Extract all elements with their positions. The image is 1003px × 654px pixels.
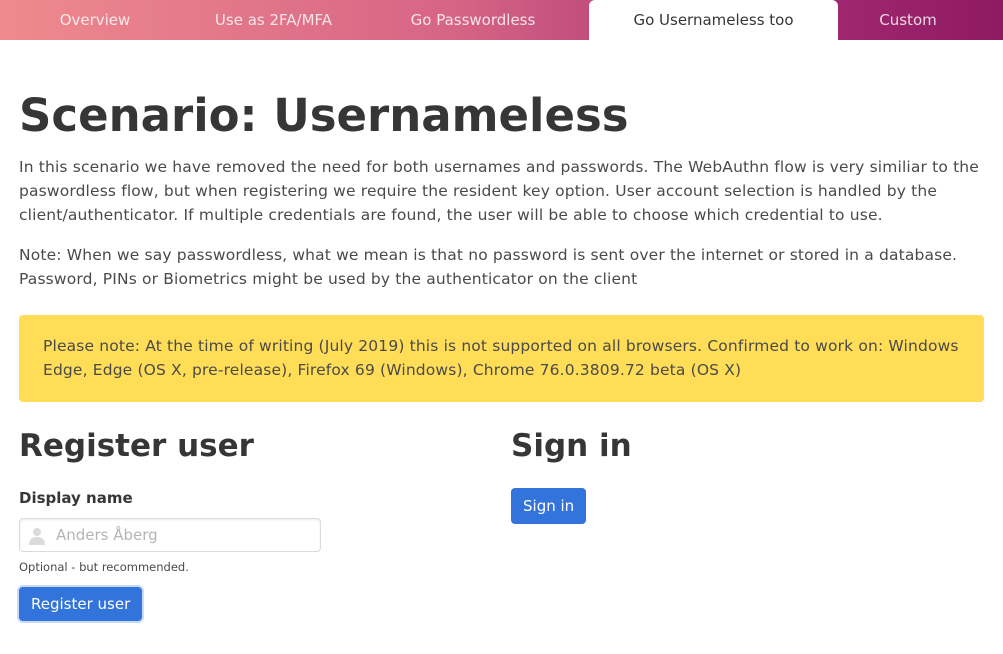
main-content: Scenario: Usernameless In this scenario … (0, 90, 1003, 621)
notice-text: Please note: At the time of writing (Jul… (43, 337, 959, 379)
display-name-help: Optional - but recommended. (19, 560, 189, 574)
display-name-input[interactable] (20, 518, 320, 552)
forms-row: Register user Display name Optional - bu… (19, 428, 984, 621)
user-icon (29, 528, 45, 545)
intro-paragraph: In this scenario we have removed the nee… (19, 158, 979, 224)
tab-passwordless[interactable]: Go Passwordless (357, 0, 589, 40)
tab-overview[interactable]: Overview (0, 0, 190, 40)
note-paragraph: Note: When we say passwordless, what we … (19, 246, 958, 288)
tab-2fa-mfa[interactable]: Use as 2FA/MFA (190, 0, 357, 40)
register-heading: Register user (19, 428, 254, 464)
page-title: Scenario: Usernameless (19, 89, 629, 142)
sign-in-button[interactable]: Sign in (511, 488, 587, 524)
display-name-field (19, 518, 321, 552)
tab-custom[interactable]: Custom (838, 0, 978, 40)
scenario-tabs: Overview Use as 2FA/MFA Go Passwordless … (0, 0, 1003, 40)
signin-section: Sign in Sign in (511, 428, 984, 621)
register-user-button[interactable]: Register user (19, 587, 143, 621)
register-section: Register user Display name Optional - bu… (19, 428, 511, 621)
tab-usernameless[interactable]: Go Usernameless too (589, 0, 838, 40)
display-name-label: Display name (19, 489, 133, 507)
browser-support-notice: Please note: At the time of writing (Jul… (19, 315, 984, 402)
signin-heading: Sign in (511, 428, 632, 464)
